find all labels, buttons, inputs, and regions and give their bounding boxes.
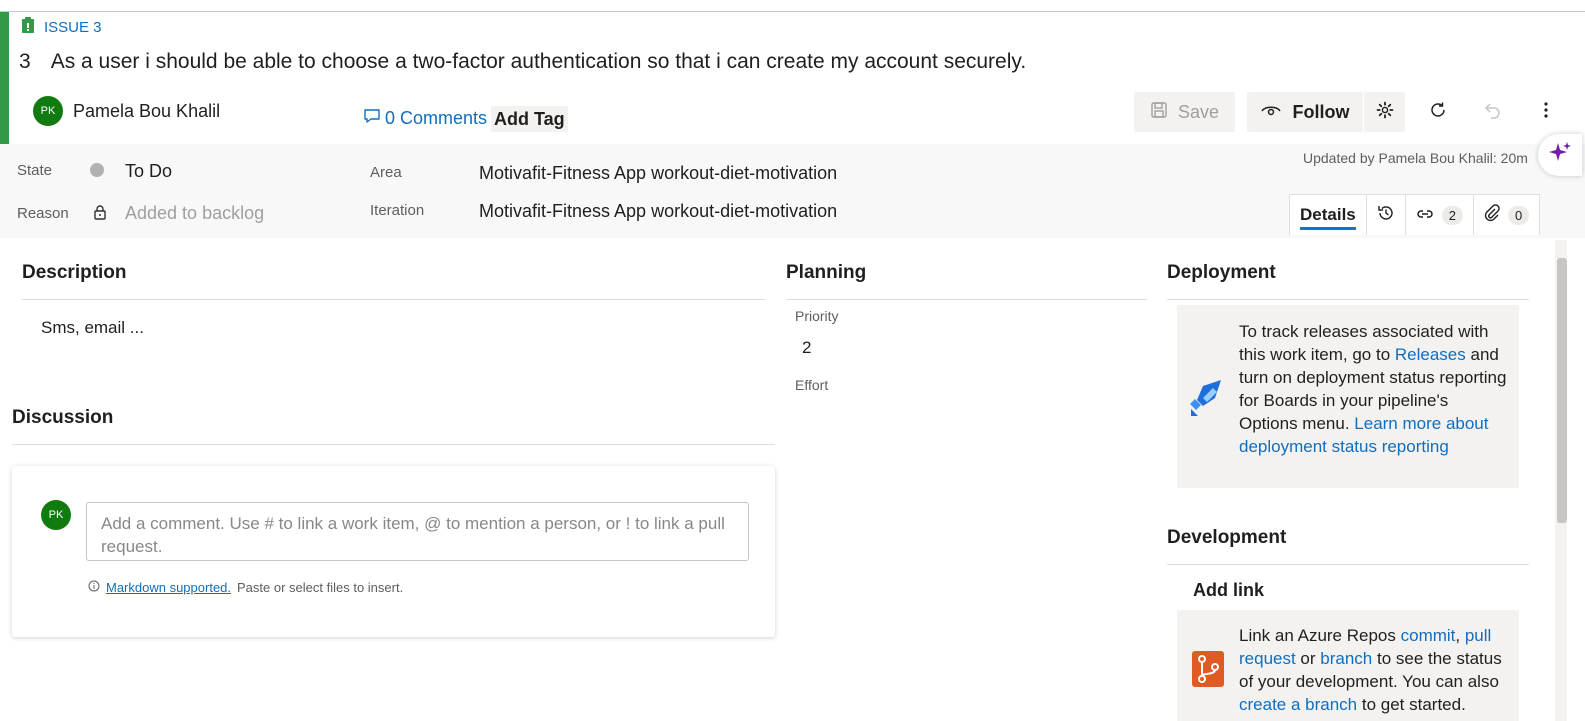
development-heading: Development <box>1167 527 1287 548</box>
development-info-text: Link an Azure Repos commit, pull request… <box>1239 624 1511 716</box>
comment-input[interactable]: Add a comment. Use # to link a work item… <box>86 502 749 561</box>
avatar: PK <box>33 96 63 126</box>
markdown-supported-link[interactable]: Markdown supported. <box>106 580 231 595</box>
work-item-type-color-bar <box>0 12 9 144</box>
iteration-label: Iteration <box>370 202 425 219</box>
development-sep-1: , <box>1455 626 1465 645</box>
links-count-badge: 2 <box>1441 205 1463 225</box>
releases-link[interactable]: Releases <box>1395 345 1466 364</box>
updated-by-text[interactable]: Updated by Pamela Bou Khalil: 20m <box>1303 150 1528 166</box>
reason-label: Reason <box>17 205 69 222</box>
area-field[interactable]: Motivafit-Fitness App workout-diet-motiv… <box>479 163 837 184</box>
work-item-tabs: Details 2 0 <box>1289 194 1541 235</box>
add-tag-button[interactable]: Add Tag <box>491 106 568 132</box>
comments-link[interactable]: 0 Comments <box>363 107 487 130</box>
comment-icon <box>363 107 381 130</box>
reason-field: Added to backlog <box>125 203 265 223</box>
markdown-hint: Markdown supported. Paste or select file… <box>88 580 403 595</box>
work-item-title[interactable]: As a user i should be able to choose a t… <box>51 50 1027 74</box>
tab-attachments[interactable]: 0 <box>1474 195 1539 235</box>
priority-label: Priority <box>795 308 839 324</box>
azure-pipelines-icon <box>1189 378 1229 423</box>
effort-label: Effort <box>795 377 829 393</box>
assigned-to[interactable]: PK Pamela Bou Khalil <box>33 96 220 126</box>
description-heading: Description <box>22 262 127 283</box>
lock-icon <box>93 204 107 225</box>
tab-details-label: Details <box>1300 205 1356 224</box>
planning-heading: Planning <box>786 262 867 283</box>
add-link-button[interactable]: Add link <box>1193 580 1264 601</box>
development-text-3: to get started. <box>1357 695 1466 714</box>
eye-icon <box>1260 102 1281 123</box>
planning-divider <box>786 299 1147 300</box>
discussion-divider <box>12 444 775 445</box>
top-divider <box>0 11 1585 12</box>
state-label: State <box>17 162 53 179</box>
development-divider <box>1167 564 1529 565</box>
deployment-info-text: To track releases associated with this w… <box>1239 320 1509 458</box>
paperclip-icon <box>1484 203 1500 227</box>
save-icon <box>1150 101 1168 124</box>
assignee-name: Pamela Bou Khalil <box>73 100 221 121</box>
title-row[interactable]: 3 As a user i should be able to choose a… <box>19 50 1026 74</box>
state-field[interactable]: To Do <box>125 161 172 182</box>
gear-icon <box>1376 101 1394 124</box>
azure-repos-icon <box>1191 650 1225 693</box>
link-icon <box>1416 205 1434 225</box>
state-dot-icon <box>90 163 104 177</box>
work-item-type-label: ISSUE 3 <box>44 18 102 36</box>
effort-field[interactable] <box>795 398 1135 424</box>
save-label: Save <box>1177 101 1220 122</box>
branch-link[interactable]: branch <box>1320 649 1372 668</box>
refresh-icon <box>1429 101 1447 124</box>
info-icon <box>88 580 100 595</box>
work-item-id: 3 <box>19 50 31 73</box>
more-vertical-icon <box>1543 101 1549 124</box>
save-button[interactable]: Save <box>1134 92 1235 132</box>
description-divider <box>22 299 765 300</box>
commenter-avatar: PK <box>41 500 71 530</box>
discussion-heading: Discussion <box>12 407 114 428</box>
attachments-count-badge: 0 <box>1507 205 1530 225</box>
undo-button[interactable] <box>1477 96 1509 128</box>
work-item-type: ISSUE 3 <box>20 16 102 39</box>
issue-icon <box>20 16 36 39</box>
priority-field[interactable]: 2 <box>802 338 811 358</box>
development-text-1: Link an Azure Repos <box>1239 626 1401 645</box>
comments-count: 0 Comments <box>385 108 488 128</box>
follow-button[interactable]: Follow <box>1247 92 1363 132</box>
refresh-button[interactable] <box>1422 96 1454 128</box>
tab-details[interactable]: Details <box>1290 195 1367 235</box>
commit-link[interactable]: commit <box>1401 626 1456 645</box>
development-sep-2: or <box>1295 649 1321 668</box>
tab-links[interactable]: 2 <box>1406 195 1474 235</box>
copilot-button[interactable] <box>1538 134 1582 176</box>
deployment-divider <box>1167 299 1529 300</box>
description-field[interactable]: Sms, email ... <box>41 318 144 338</box>
scrollbar-thumb[interactable] <box>1557 258 1567 523</box>
area-label: Area <box>370 164 402 181</box>
paste-hint: Paste or select files to insert. <box>237 580 404 595</box>
deployment-heading: Deployment <box>1167 262 1276 283</box>
create-branch-link[interactable]: create a branch <box>1239 695 1357 714</box>
follow-label: Follow <box>1292 101 1350 122</box>
undo-icon <box>1484 101 1502 124</box>
iteration-field[interactable]: Motivafit-Fitness App workout-diet-motiv… <box>479 201 837 222</box>
tab-history[interactable] <box>1367 195 1406 235</box>
more-actions-button[interactable] <box>1532 96 1560 128</box>
history-icon <box>1377 204 1395 227</box>
sparkle-icon <box>1547 140 1573 171</box>
settings-button[interactable] <box>1364 92 1405 132</box>
